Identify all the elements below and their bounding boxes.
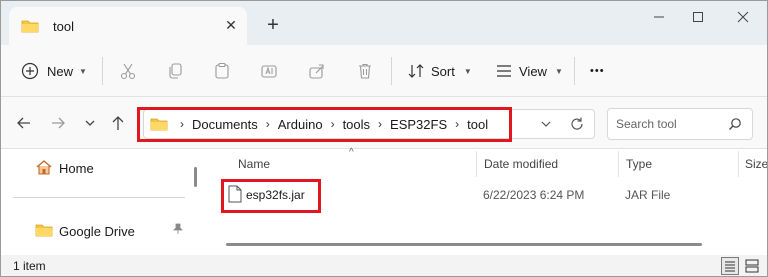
column-divider[interactable] [476,151,477,177]
divider [13,197,185,198]
tab-title: tool [53,19,74,34]
chevron-down-icon: ▼ [79,66,87,76]
close-tab-icon[interactable]: ✕ [221,15,241,35]
new-button[interactable]: New ▼ [21,57,87,85]
search-input[interactable] [616,116,726,132]
rename-icon[interactable] [260,57,278,85]
sidebar-scrollbar[interactable] [194,167,197,187]
refresh-icon[interactable] [568,115,586,136]
paste-icon[interactable] [213,57,231,85]
search-icon[interactable] [728,117,742,134]
cut-icon[interactable] [119,57,137,85]
column-header-size[interactable]: Size [745,157,767,171]
new-tab-button[interactable]: + [263,15,283,35]
tiles-view-icon[interactable] [743,257,761,275]
sort-label: Sort [431,63,455,79]
sort-button[interactable]: Sort ▼ [407,57,472,85]
close-window-button[interactable] [733,11,753,27]
plus-circle-icon [21,62,39,80]
command-bar: New ▼ Sort ▼ View ▼ ••• [1,45,767,97]
divider [391,57,392,85]
folder-icon [21,19,39,36]
file-explorer-window: tool ✕ + New ▼ Sort ▼ View ▼ ••• › Docum… [0,0,768,277]
column-header-type[interactable]: Type [626,157,652,171]
column-divider[interactable] [618,151,619,177]
horizontal-scrollbar[interactable] [226,243,702,246]
share-icon[interactable] [308,57,326,85]
file-type: JAR File [625,188,671,202]
folder-icon [35,223,53,240]
column-header-name[interactable]: Name [238,157,270,171]
forward-arrow-icon[interactable] [49,114,69,134]
navigation-pane: Home Google Drive [1,149,206,255]
status-bar: 1 item [1,255,767,276]
item-count: 1 item [13,259,46,273]
delete-icon[interactable] [356,57,374,85]
view-button[interactable]: View ▼ [495,57,563,85]
new-label: New [47,63,74,79]
divider [102,57,103,85]
minimize-button[interactable] [649,11,669,27]
address-history-icon[interactable] [540,118,552,133]
sort-ascending-icon: ^ [349,147,354,158]
back-arrow-icon[interactable] [15,114,35,134]
sidebar-item-home[interactable]: Home [35,159,94,178]
chevron-down-icon: ▼ [554,66,563,76]
content-area: Home Google Drive ^ Name Date modified T… [1,147,767,255]
view-icon [495,62,513,80]
sidebar-item-label: Home [59,161,94,176]
file-highlight-box [221,179,321,213]
more-options-icon[interactable]: ••• [590,57,605,85]
title-bar: tool ✕ + [1,1,767,45]
view-label: View [519,63,547,79]
details-view-icon[interactable] [721,257,739,275]
chevron-down-icon: ▼ [463,66,472,76]
tab-tool[interactable]: tool ✕ [9,7,247,45]
copy-icon[interactable] [166,57,184,85]
divider [574,57,575,85]
file-date-modified: 6/22/2023 6:24 PM [483,188,585,202]
home-icon [35,159,53,178]
sidebar-item-label: Google Drive [59,224,135,239]
maximize-button[interactable] [688,11,708,27]
recent-chevron-icon[interactable] [81,114,101,134]
column-header-date-modified[interactable]: Date modified [484,157,558,171]
search-box[interactable] [607,108,753,140]
sort-icon [407,62,425,80]
sidebar-item-google-drive[interactable]: Google Drive [35,223,135,240]
column-divider[interactable] [738,151,739,177]
up-arrow-icon[interactable] [109,114,129,134]
pin-icon[interactable] [173,223,183,238]
address-row: › Documents › Arduino › tools › ESP32FS … [1,97,767,149]
path-highlight-box [137,107,512,142]
file-list: ^ Name Date modified Type Size esp32fs.j… [206,147,767,255]
